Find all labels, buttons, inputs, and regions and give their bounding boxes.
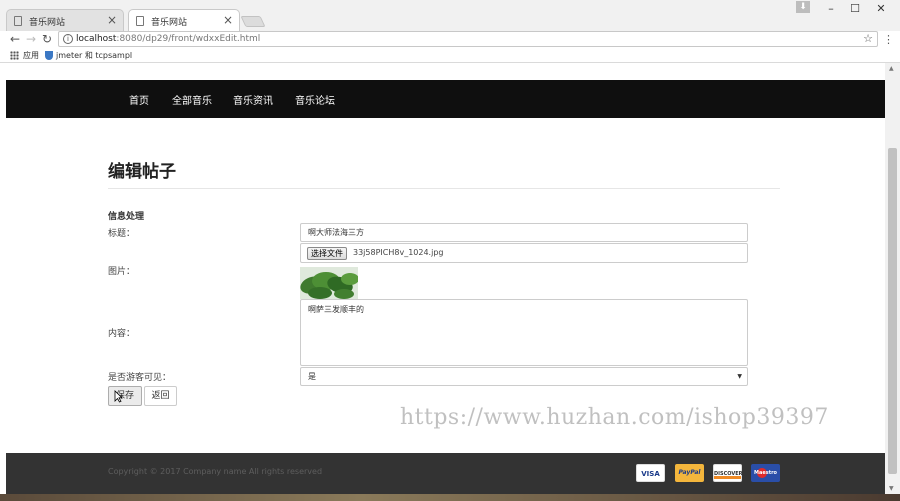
back-arrow-icon[interactable]: ← <box>10 31 20 48</box>
maximize-icon[interactable]: ☐ <box>842 2 868 18</box>
file-name: 33j58PICH8v_1024.jpg <box>353 248 444 257</box>
close-tab-icon[interactable]: × <box>223 13 233 27</box>
nav-item-all-music[interactable]: 全部音乐 <box>172 92 212 107</box>
site-footer: Copyright © 2017 Company name All rights… <box>6 453 885 495</box>
info-icon[interactable]: i <box>63 34 73 44</box>
chrome-menu-icon[interactable]: ⋮ <box>883 31 894 48</box>
minimize-icon[interactable]: – <box>818 2 844 18</box>
content-textarea[interactable]: 啊萨三发顺丰的 <box>300 299 748 366</box>
bookmarks-bar: 应用 jmeter 和 tcpsampl <box>0 48 900 63</box>
chevron-down-icon: ▼ <box>737 373 742 380</box>
divider <box>108 188 780 189</box>
forward-arrow-icon[interactable]: → <box>26 31 36 48</box>
maestro-card-icon: Maestro <box>751 464 780 482</box>
browser-toolbar: ← → ↻ i localhost:8080/dp29/front/wdxxEd… <box>0 31 900 48</box>
visible-label: 是否游客可见： <box>108 373 172 383</box>
page-icon <box>136 16 144 26</box>
title-label: 标题： <box>108 229 136 239</box>
nav-item-music-forum[interactable]: 音乐论坛 <box>295 92 335 107</box>
vertical-scrollbar[interactable]: ▲ ▼ <box>885 63 900 495</box>
discover-card-icon: DISCOVER <box>713 464 743 482</box>
visa-card-icon: VISA <box>636 464 665 482</box>
new-tab-button[interactable] <box>240 16 266 27</box>
url-text: localhost:8080/dp29/front/wdxxEdit.html <box>76 33 260 46</box>
paypal-card-icon: PayPal <box>675 464 704 482</box>
scroll-up-icon[interactable]: ▲ <box>889 65 894 72</box>
bookmark-apps[interactable]: 应用 <box>23 48 39 63</box>
bookmark-star-icon[interactable]: ☆ <box>863 32 873 46</box>
spinach-image <box>300 267 358 299</box>
nav-item-home[interactable]: 首页 <box>129 92 149 107</box>
site-navbar: 首页 全部音乐 音乐资讯 音乐论坛 <box>6 80 885 118</box>
visible-select-value: 是 <box>308 372 316 381</box>
url-host: localhost <box>76 34 117 44</box>
close-tab-icon[interactable]: × <box>107 13 117 27</box>
page-icon <box>14 16 22 26</box>
close-window-icon[interactable]: ✕ <box>868 2 894 18</box>
url-path: :8080/dp29/front/wdxxEdit.html <box>116 34 261 44</box>
reload-icon[interactable]: ↻ <box>42 31 52 48</box>
page-viewport: 首页 全部音乐 音乐资讯 音乐论坛 编辑帖子 信息处理 标题： 图片： 选择文件… <box>0 63 900 495</box>
nav-item-music-news[interactable]: 音乐资讯 <box>233 92 273 107</box>
image-label: 图片： <box>108 267 136 277</box>
shield-icon <box>45 51 53 60</box>
back-button[interactable]: 返回 <box>144 386 177 406</box>
title-input[interactable] <box>300 223 748 242</box>
watermark-text: https://www.huzhan.com/ishop39397 <box>400 405 829 430</box>
section-title: 信息处理 <box>108 212 145 222</box>
scrollbar-thumb[interactable] <box>888 148 897 474</box>
apps-grid-icon[interactable] <box>10 51 19 60</box>
tab-title: 音乐网站 <box>29 18 66 28</box>
scroll-down-icon[interactable]: ▼ <box>889 485 894 492</box>
address-bar[interactable]: i localhost:8080/dp29/front/wdxxEdit.htm… <box>58 31 878 47</box>
visible-select[interactable]: 是 ▼ <box>300 367 748 386</box>
page-title: 编辑帖子 <box>108 162 176 182</box>
content-label: 内容： <box>108 329 136 339</box>
bookmark-jmeter[interactable]: jmeter 和 tcpsampl <box>56 48 132 63</box>
choose-file-button[interactable]: 选择文件 <box>307 247 347 260</box>
tab-strip: 音乐网站 × 音乐网站 × ⬇ – ☐ ✕ <box>0 0 900 31</box>
tab-music-site-1[interactable]: 音乐网站 × <box>6 9 124 31</box>
tab-music-site-2[interactable]: 音乐网站 × <box>128 9 240 31</box>
file-input[interactable]: 选择文件 33j58PICH8v_1024.jpg <box>300 243 748 263</box>
tab-title: 音乐网站 <box>151 18 188 28</box>
browser-window: 音乐网站 × 音乐网站 × ⬇ – ☐ ✕ ← → ↻ i localhost:… <box>0 0 900 495</box>
copyright-text: Copyright © 2017 Company name All rights… <box>108 467 323 476</box>
profile-icon[interactable]: ⬇ <box>796 1 810 13</box>
maestro-label: Maestro <box>753 470 777 476</box>
mouse-cursor-icon <box>114 390 123 403</box>
taskbar-strip <box>0 494 900 501</box>
image-preview <box>300 267 358 299</box>
